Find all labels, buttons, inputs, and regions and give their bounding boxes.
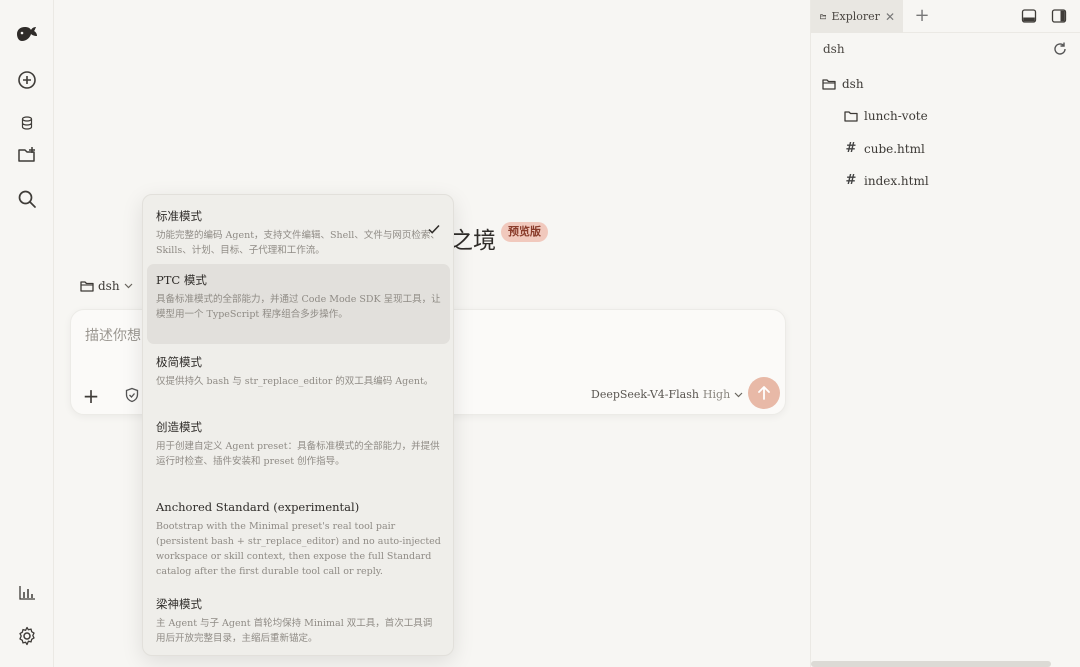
mode-option-liang[interactable]: 梁神模式 主 Agent 与子 Agent 首轮均保持 Minimal 双工具，… <box>147 588 450 654</box>
mode-dropdown-menu: 标准模式 功能完整的编码 Agent，支持文件编辑、Shell、文件与网页检索、… <box>142 194 454 656</box>
whale-logo-icon[interactable] <box>13 20 41 48</box>
mode-option-name: 梁神模式 <box>156 597 202 611</box>
mode-option-desc: 用于创建自定义 Agent preset：具备标准模式的全部能力，并提供运行时检… <box>156 441 440 467</box>
toggle-side-panel-icon[interactable] <box>1051 8 1067 24</box>
mode-option-name: 极简模式 <box>156 355 202 369</box>
model-selector[interactable]: DeepSeek-V4-Flash High <box>591 388 743 401</box>
tree-item-label: lunch-vote <box>864 109 928 123</box>
mode-option-minimal[interactable]: 极简模式 仅提供持久 bash 与 str_replace_editor 的双工… <box>147 346 450 397</box>
hash-file-icon: # <box>845 141 857 156</box>
bar-chart-icon[interactable] <box>13 579 41 607</box>
explorer-root-label: dsh <box>823 42 845 56</box>
arrow-up-icon <box>758 386 770 400</box>
tab-explorer[interactable]: Explorer ✕ <box>811 0 903 33</box>
chevron-down-icon <box>734 392 743 397</box>
horizontal-scrollbar[interactable] <box>811 661 1051 667</box>
hash-file-icon: # <box>845 173 857 188</box>
gear-icon[interactable] <box>13 622 41 650</box>
mode-option-desc: 主 Agent 与子 Agent 首轮均保持 Minimal 双工具，首次工具调… <box>156 618 433 644</box>
mode-option-name: 创造模式 <box>156 420 202 434</box>
folder-icon <box>820 14 827 20</box>
tree-item-folder[interactable]: dsh <box>822 77 864 91</box>
tree-item-file[interactable]: # index.html <box>844 173 929 188</box>
model-name: DeepSeek-V4-Flash <box>591 388 699 401</box>
explorer-panel: Explorer ✕ + dsh dsh lunch-vote # cube.h… <box>810 0 1080 667</box>
database-icon[interactable] <box>13 109 41 137</box>
folder-icon <box>80 281 94 292</box>
mode-option-name: 标准模式 <box>156 209 202 223</box>
shield-icon[interactable] <box>124 387 140 403</box>
prompt-input[interactable]: 描述你想 <box>85 325 141 345</box>
plus-circle-icon[interactable] <box>13 66 41 94</box>
preview-badge: 预览版 <box>501 222 548 242</box>
mode-option-standard[interactable]: 标准模式 功能完整的编码 Agent，支持文件编辑、Shell、文件与网页检索、… <box>147 200 450 266</box>
folder-open-icon <box>822 79 836 90</box>
tree-item-label: dsh <box>842 77 864 91</box>
tree-item-label: cube.html <box>864 141 925 156</box>
close-icon[interactable]: ✕ <box>885 10 895 24</box>
mode-option-name: Anchored Standard (experimental) <box>156 500 360 514</box>
left-rail <box>0 0 54 667</box>
mode-option-creator[interactable]: 创造模式 用于创建自定义 Agent preset：具备标准模式的全部能力，并提… <box>147 411 450 477</box>
explorer-tabbar: Explorer ✕ + <box>811 0 1080 33</box>
tab-label: Explorer <box>831 10 880 23</box>
search-icon[interactable] <box>13 185 41 213</box>
attach-button[interactable]: + <box>81 384 101 408</box>
mode-option-desc: 仅提供持久 bash 与 str_replace_editor 的双工具编码 A… <box>156 376 434 387</box>
project-name: dsh <box>98 279 120 293</box>
page-title: 之境 <box>450 228 496 254</box>
send-button[interactable] <box>748 377 780 409</box>
checkmark-icon <box>428 224 440 234</box>
mode-option-desc: 功能完整的编码 Agent，支持文件编辑、Shell、文件与网页检索、Skill… <box>156 230 440 256</box>
add-tab-button[interactable]: + <box>912 6 932 26</box>
refresh-icon[interactable] <box>1052 41 1068 57</box>
folder-plus-icon[interactable] <box>13 141 41 169</box>
tree-item-file[interactable]: # cube.html <box>844 141 925 156</box>
mode-option-ptc[interactable]: PTC 模式 具备标准模式的全部能力，并通过 Code Mode SDK 呈现工… <box>147 264 450 344</box>
toggle-bottom-panel-icon[interactable] <box>1021 8 1037 24</box>
project-selector[interactable]: dsh <box>80 279 133 293</box>
mode-option-anchored-standard[interactable]: Anchored Standard (experimental) Bootstr… <box>147 491 450 587</box>
tree-item-label: index.html <box>864 173 929 188</box>
chevron-down-icon <box>124 283 133 289</box>
mode-option-name: PTC 模式 <box>156 273 207 287</box>
mode-option-desc: 具备标准模式的全部能力，并通过 Code Mode SDK 呈现工具，让模型用一… <box>156 294 441 320</box>
effort-level: High <box>702 388 731 401</box>
folder-icon <box>844 111 858 122</box>
mode-option-desc: Bootstrap with the Minimal preset's real… <box>156 521 441 577</box>
tree-item-folder[interactable]: lunch-vote <box>844 109 928 123</box>
